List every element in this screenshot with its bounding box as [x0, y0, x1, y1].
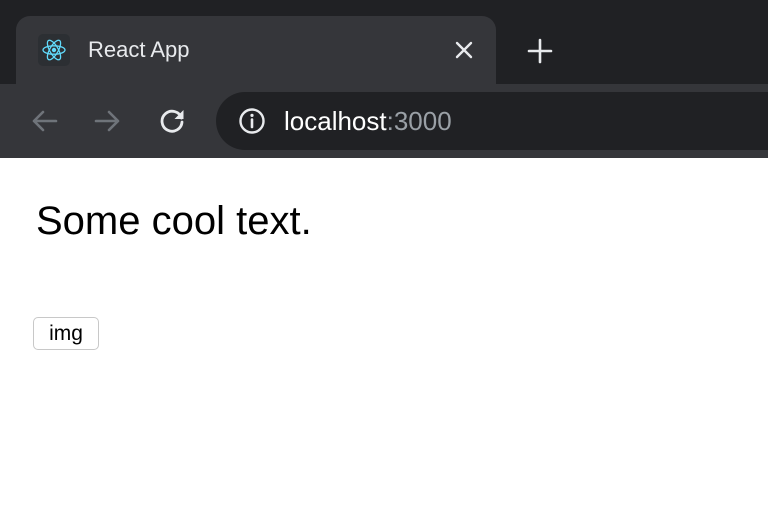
active-tab[interactable]: React App	[16, 16, 496, 84]
tab-strip: React App	[0, 0, 768, 84]
arrow-left-icon[interactable]	[24, 101, 64, 141]
url-port: :3000	[386, 106, 452, 136]
img-button[interactable]: img	[33, 317, 99, 350]
address-bar[interactable]: localhost:3000	[216, 92, 768, 150]
plus-icon[interactable]	[522, 33, 558, 69]
url-host: localhost	[284, 106, 387, 136]
page-content: Some cool text. img	[0, 158, 768, 510]
reload-icon[interactable]	[152, 101, 192, 141]
react-atom-icon	[38, 34, 70, 66]
arrow-right-icon[interactable]	[88, 101, 128, 141]
page-heading: Some cool text.	[36, 199, 312, 243]
address-url[interactable]: localhost:3000	[284, 106, 452, 136]
close-icon[interactable]	[450, 36, 478, 64]
browser-toolbar: localhost:3000	[0, 84, 768, 158]
info-icon[interactable]	[238, 107, 266, 135]
tab-title: React App	[88, 37, 190, 62]
